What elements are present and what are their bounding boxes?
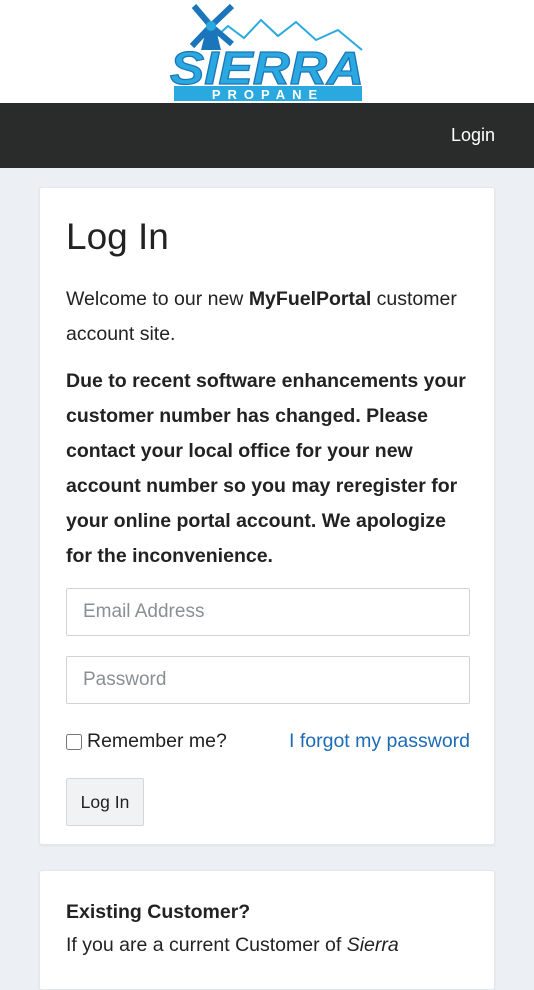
login-options: Remember me? I forgot my password [66,730,470,754]
password-field[interactable] [66,656,470,704]
remember-me[interactable]: Remember me? [66,730,227,753]
nav-login-link[interactable]: Login [451,125,495,146]
existing-text-company: Sierra [346,934,399,956]
email-field[interactable] [66,588,470,636]
remember-me-label: Remember me? [87,730,227,752]
sierra-propane-logo[interactable]: SIERRA PROPANE [166,0,368,103]
remember-me-checkbox[interactable] [66,733,82,750]
welcome-prefix: Welcome to our new [66,288,249,310]
existing-text-prefix: If you are a current Customer of [66,934,347,956]
top-navbar: Login [0,103,534,168]
logo-text-bottom: PROPANE [212,87,324,102]
login-card: Log In Welcome to our new MyFuelPortal c… [39,187,495,845]
account-change-notice: Due to recent software enhancements your… [66,370,466,567]
existing-customer-card: Existing Customer? If you are a current … [39,870,495,990]
welcome-message: Welcome to our new MyFuelPortal customer… [66,282,468,352]
site-header: SIERRA PROPANE [0,0,534,103]
existing-customer-title: Existing Customer? [66,901,251,923]
page-title: Log In [66,216,169,257]
welcome-brand: MyFuelPortal [248,288,372,310]
login-button[interactable]: Log In [66,778,144,826]
forgot-password-link[interactable]: I forgot my password [289,730,470,753]
existing-customer-text: If you are a current Customer of Sierra [66,934,468,957]
